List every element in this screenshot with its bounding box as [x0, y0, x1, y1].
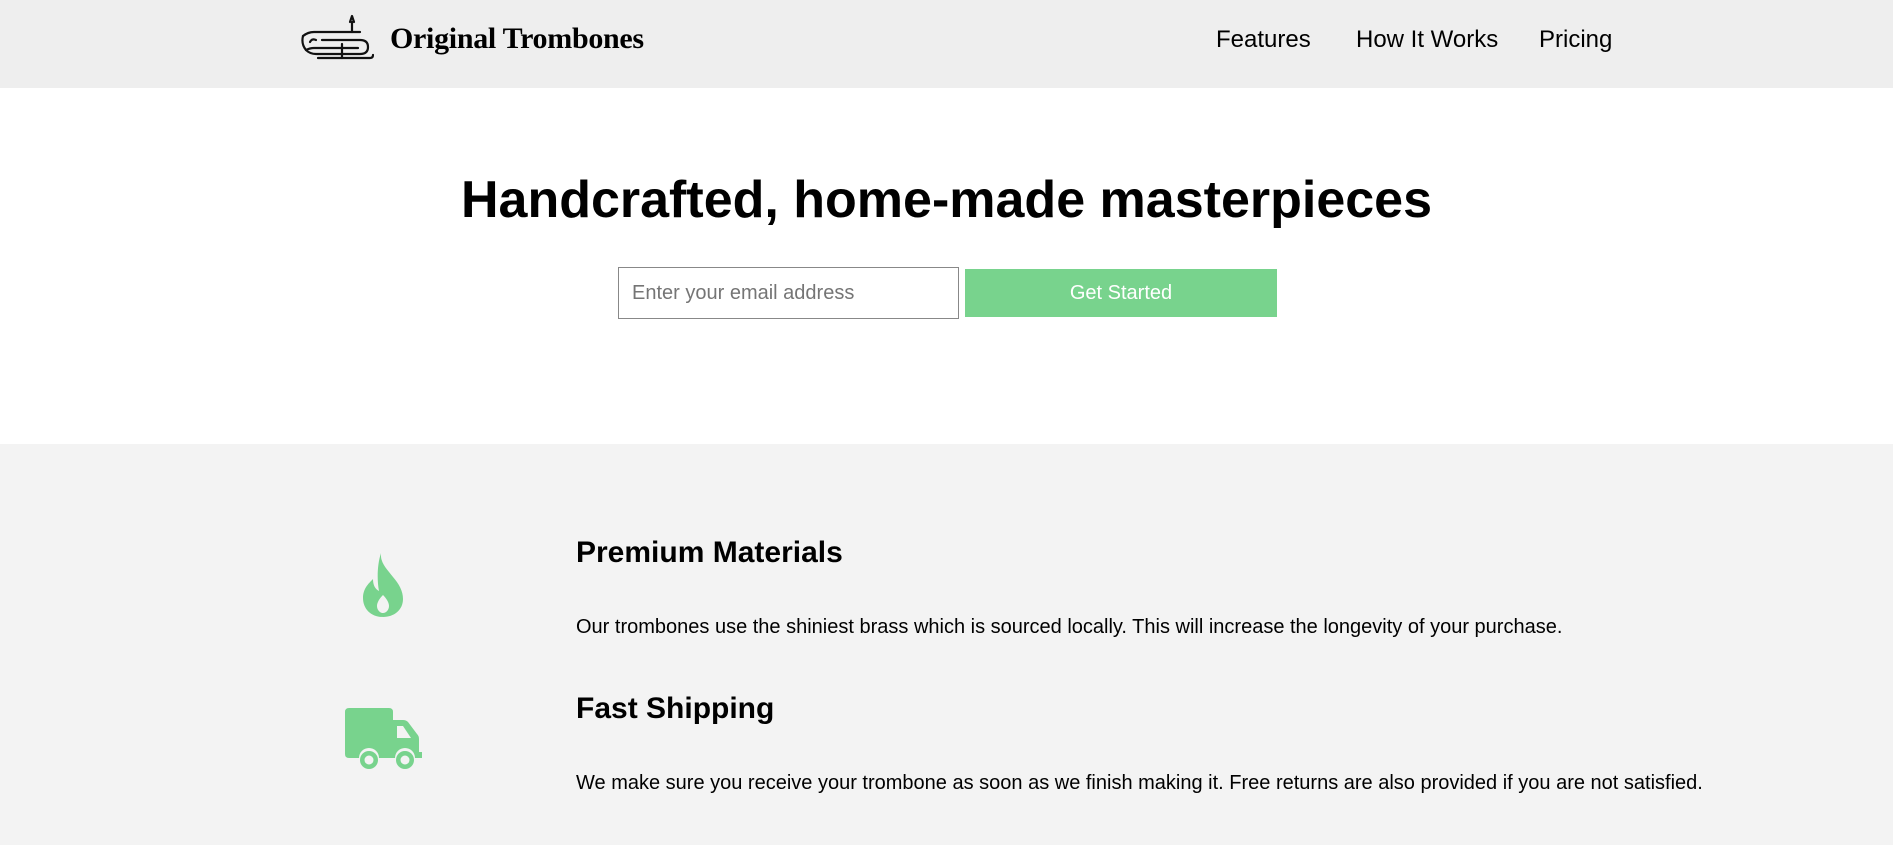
- feature-description-premium-materials: Our trombones use the shiniest brass whi…: [576, 616, 1563, 638]
- email-input[interactable]: [618, 267, 959, 319]
- main-nav: Features How It Works Pricing: [0, 0, 1893, 80]
- feature-description-fast-shipping: We make sure you receive your trombone a…: [576, 772, 1703, 794]
- site-header: Original Trombones Features How It Works…: [0, 0, 1893, 88]
- fire-icon: [363, 553, 403, 617]
- feature-title-premium-materials: Premium Materials: [576, 536, 843, 569]
- nav-link-how-it-works[interactable]: How It Works: [1356, 26, 1498, 54]
- hero-heading: Handcrafted, home-made masterpieces: [460, 171, 1432, 229]
- get-started-button[interactable]: Get Started: [965, 269, 1277, 317]
- feature-title-fast-shipping: Fast Shipping: [576, 692, 775, 725]
- nav-link-features[interactable]: Features: [1216, 26, 1311, 54]
- hero-section: Handcrafted, home-made masterpieces Get …: [0, 88, 1893, 444]
- truck-icon: [345, 708, 422, 769]
- features-section: Premium Materials Our trombones use the …: [0, 444, 1893, 845]
- nav-link-pricing[interactable]: Pricing: [1539, 26, 1612, 54]
